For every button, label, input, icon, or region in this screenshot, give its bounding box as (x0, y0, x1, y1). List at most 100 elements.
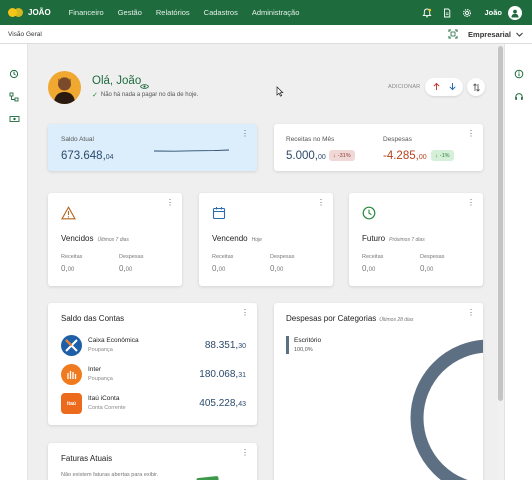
income-change-badge: ↓ -31% (329, 150, 355, 161)
greeting-subtitle: ✓ Não há nada a pagar no dia de hoje. (92, 91, 198, 99)
bell-icon[interactable] (422, 8, 432, 18)
invoices-title: Faturas Atuais (61, 454, 113, 463)
overdue-menu-button[interactable]: ⋮ (166, 199, 174, 207)
fullscreen-icon[interactable] (448, 26, 458, 44)
calendar-icon (212, 206, 226, 225)
headset-icon[interactable] (514, 89, 524, 107)
legend-swatch (286, 336, 289, 354)
due-today-expense-value: 0,00 (270, 264, 284, 273)
due-today-income-label: Receitas (212, 254, 234, 260)
due-today-title: Vencendo Hoje (212, 234, 262, 243)
month-card[interactable]: Receitas no Mês 5.000,00 ↓ -31% Despesas … (274, 124, 483, 171)
mouse-cursor-icon (276, 84, 284, 102)
income-value: 5.000,00 (286, 150, 326, 162)
future-menu-button[interactable]: ⋮ (467, 199, 475, 207)
document-icon[interactable] (442, 8, 452, 18)
month-menu-button[interactable]: ⋮ (467, 130, 475, 138)
main-nav: Financeiro Gestão Relatórios Cadastros A… (69, 8, 314, 17)
invoices-menu-button[interactable]: ⋮ (241, 449, 249, 457)
accounts-card: Saldo das Contas ⋮ Caixa Econômica Poupa… (48, 303, 257, 425)
left-sidebar (0, 44, 28, 480)
overdue-income-value: 0,00 (61, 264, 75, 273)
account-type: Poupança (88, 376, 113, 382)
profile-avatar[interactable] (48, 71, 81, 104)
hierarchy-icon[interactable] (9, 89, 19, 107)
expenses-category-title: Despesas por Categorias Últimos 28 dias (286, 314, 414, 323)
expenses-menu-button[interactable]: ⋮ (467, 309, 475, 317)
nav-gestao[interactable]: Gestão (118, 8, 142, 17)
future-expense-label: Despesas (420, 254, 445, 260)
add-expense-button[interactable] (448, 78, 457, 96)
inter-logo-icon (61, 364, 82, 385)
right-sidebar (504, 44, 532, 480)
top-navbar: JOÃO Financeiro Gestão Relatórios Cadast… (0, 0, 532, 25)
overdue-card[interactable]: Vencidos Últimos 7 dias Receitas Despesas… (48, 193, 182, 286)
balance-card[interactable]: Saldo Atual 673.648,04 ⋮ (48, 124, 257, 171)
transfer-button[interactable] (467, 78, 485, 96)
income-label: Receitas no Mês (286, 136, 335, 143)
expense-label: Despesas (383, 136, 412, 143)
breadcrumb[interactable]: Visão Geral (8, 31, 42, 38)
overdue-expense-value: 0,00 (119, 264, 133, 273)
due-today-expense-label: Despesas (270, 254, 295, 260)
scrollbar[interactable] (497, 44, 504, 480)
overdue-expense-label: Despesas (119, 254, 144, 260)
invoices-empty-note: Não existem faturas abertas para exibir. (61, 472, 159, 478)
check-icon: ✓ (92, 92, 98, 99)
expense-value: -4.285,00 (383, 150, 427, 162)
itau-logo-icon: itaú (61, 393, 82, 414)
account-type: Poupança (88, 347, 113, 353)
dashboard-content: Olá, João ✓ Não há nada a pagar no dia d… (28, 44, 497, 480)
add-buttons (425, 78, 463, 96)
gear-icon[interactable] (462, 8, 472, 18)
scrollbar-thumb[interactable] (498, 46, 503, 401)
caixa-logo-icon (61, 335, 82, 356)
mode-select[interactable]: Empresarial (468, 30, 511, 39)
credit-card-icon (196, 473, 220, 480)
due-today-income-value: 0,00 (212, 264, 226, 273)
account-balance: 405.228,43 (199, 398, 246, 409)
warning-icon (61, 206, 76, 225)
account-name: Itaú iConta (88, 395, 120, 402)
add-income-button[interactable] (432, 78, 441, 96)
brand-name: JOÃO (28, 8, 51, 17)
account-name: Inter (88, 366, 102, 373)
add-label: ADICIONAR (388, 84, 421, 90)
chevron-down-icon[interactable] (515, 26, 524, 44)
overdue-income-label: Receitas (61, 254, 83, 260)
account-balance: 180.068,31 (199, 369, 246, 380)
info-icon[interactable] (514, 66, 524, 84)
user-avatar[interactable] (508, 5, 522, 20)
balance-label: Saldo Atual (61, 136, 94, 143)
future-income-label: Receitas (362, 254, 384, 260)
clock-icon (362, 206, 376, 225)
account-type: Conta Corrente (88, 405, 126, 411)
due-today-card[interactable]: Vencendo Hoje Receitas Despesas 0,00 0,00… (199, 193, 333, 286)
due-today-menu-button[interactable]: ⋮ (317, 199, 325, 207)
legend-category-pct: 100,0% (294, 347, 313, 353)
future-card[interactable]: Futuro Próximos 7 dias Receitas Despesas … (349, 193, 483, 286)
nav-cadastros[interactable]: Cadastros (204, 8, 238, 17)
balance-menu-button[interactable]: ⋮ (241, 130, 249, 138)
future-title: Futuro Próximos 7 dias (362, 234, 425, 243)
nav-financeiro[interactable]: Financeiro (69, 8, 104, 17)
overdue-title: Vencidos Últimos 7 dias (61, 234, 129, 243)
legend-category-name: Escritório (294, 337, 322, 344)
arrow-down-icon: ↓ (435, 152, 438, 159)
future-income-value: 0,00 (362, 264, 376, 273)
account-name: Caixa Econômica (88, 337, 139, 344)
expenses-category-card: Despesas por Categorias Últimos 28 dias ⋮… (274, 303, 483, 480)
nav-administracao[interactable]: Administração (252, 8, 300, 17)
brand-logo[interactable]: JOÃO (8, 8, 51, 17)
account-balance: 88.351,30 (204, 340, 246, 351)
accounts-menu-button[interactable]: ⋮ (241, 309, 249, 317)
history-icon[interactable] (9, 66, 19, 84)
expense-change-badge: ↓ -1% (431, 150, 454, 161)
balance-value: 673.648,04 (61, 150, 114, 162)
nav-relatorios[interactable]: Relatórios (156, 8, 190, 17)
money-icon[interactable] (9, 111, 20, 129)
greeting-title: Olá, João (92, 75, 142, 87)
donut-chart[interactable] (404, 333, 483, 480)
user-name[interactable]: João (484, 8, 502, 17)
balance-sparkline (154, 149, 229, 152)
